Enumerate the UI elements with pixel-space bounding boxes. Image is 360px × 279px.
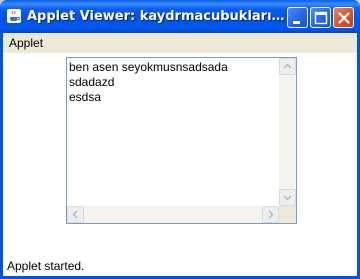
scrollbar-corner xyxy=(279,206,296,223)
text-area[interactable]: ben asen seyokmusnsadsada sdadazd esdsa xyxy=(66,57,297,224)
chevron-right-icon xyxy=(268,210,274,219)
scroll-down-button[interactable] xyxy=(279,189,296,206)
close-icon xyxy=(338,12,350,24)
java-cup-icon xyxy=(6,8,22,24)
horizontal-scrollbar[interactable] xyxy=(67,206,279,223)
menu-applet[interactable]: Applet xyxy=(9,35,43,51)
maximize-icon xyxy=(314,11,328,25)
menu-bar: Applet xyxy=(3,33,357,53)
window-title: Applet Viewer: kaydrmacubukları/New... xyxy=(27,9,285,24)
scroll-up-button[interactable] xyxy=(279,58,296,75)
status-text: Applet started. xyxy=(7,259,85,273)
minimize-button[interactable] xyxy=(287,7,308,28)
maximize-button[interactable] xyxy=(310,7,331,28)
close-button[interactable] xyxy=(333,7,354,28)
chevron-down-icon xyxy=(283,195,292,201)
scroll-left-button[interactable] xyxy=(67,206,84,223)
vertical-scrollbar[interactable] xyxy=(279,58,296,206)
chevron-left-icon xyxy=(72,210,78,219)
applet-viewer-window: Applet Viewer: kaydrmacubukları/New... A… xyxy=(0,0,360,279)
minimize-icon xyxy=(293,21,300,24)
scroll-right-button[interactable] xyxy=(262,206,279,223)
text-area-content[interactable]: ben asen seyokmusnsadsada sdadazd esdsa xyxy=(69,60,277,205)
title-bar[interactable]: Applet Viewer: kaydrmacubukları/New... xyxy=(0,0,360,33)
applet-client-area: Applet ben asen seyokmusnsadsada sdadazd… xyxy=(3,33,357,276)
chevron-up-icon xyxy=(283,63,292,69)
